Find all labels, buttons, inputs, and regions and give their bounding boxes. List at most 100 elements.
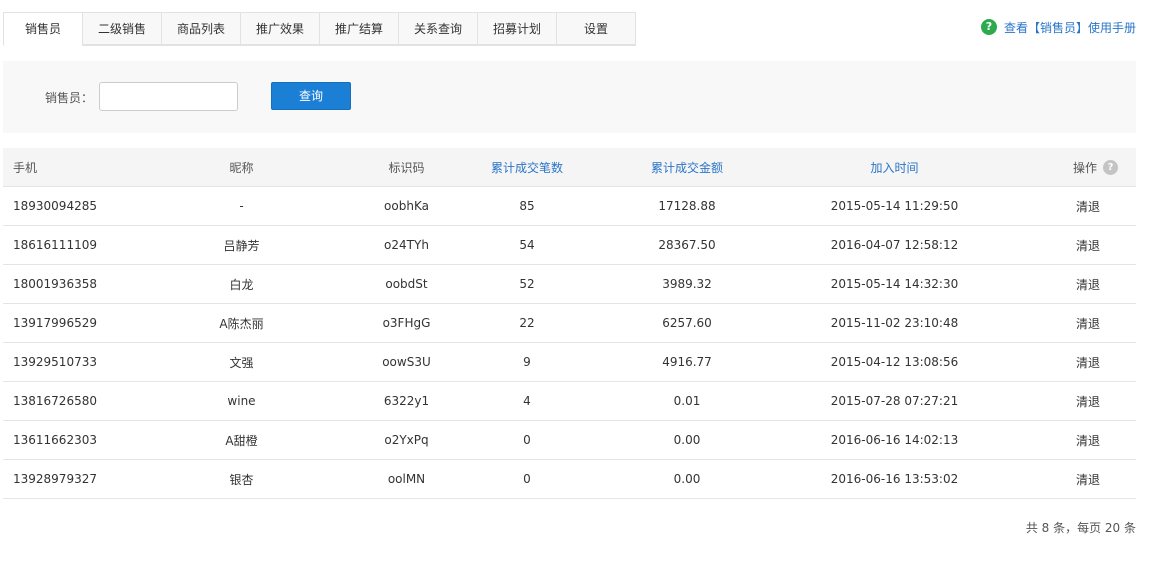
- col-joined[interactable]: 加入时间: [803, 148, 986, 187]
- table-row: 13611662303 A甜橙 o2YxPq 0 0.00 2016-06-16 14:0…: [3, 420, 1136, 460]
- cell-joined: 2015-11-02 23:10:48: [803, 303, 986, 343]
- table-row: 13928979327 银杏 oolMN 0 0.00 2016-06-16 13:53:…: [3, 459, 1136, 499]
- table-row: 13816726580 wine 6322y1 4 0.01 2015-07-28 07:…: [3, 381, 1136, 421]
- cell-code: o2YxPq: [330, 420, 483, 460]
- cell-code: o24TYh: [330, 225, 483, 265]
- filter-panel: 销售员： 查询: [3, 61, 1136, 133]
- cell-orders: 4: [483, 381, 571, 421]
- help-link[interactable]: ? 查看【销售员】使用手册: [980, 18, 1136, 36]
- cell-phone: 13816726580: [3, 381, 153, 421]
- table-body: 18930094285- oobhKa 85 17128.88 2015-05-14 1…: [3, 186, 1136, 499]
- cell-amount: 0.00: [571, 459, 803, 499]
- cell-joined: 2016-06-16 14:02:13: [803, 420, 986, 460]
- dismiss-link[interactable]: 清退: [1076, 395, 1100, 409]
- cell-nickname: 白龙: [153, 264, 330, 304]
- cell-nickname: A陈杰丽: [153, 303, 330, 343]
- cell-nickname: 文强: [153, 342, 330, 382]
- cell-amount: 4916.77: [571, 342, 803, 382]
- cell-code: 6322y1: [330, 381, 483, 421]
- col-code: 标识码: [330, 148, 483, 187]
- cell-joined: 2015-07-28 07:27:21: [803, 381, 986, 421]
- cell-code: oobhKa: [330, 186, 483, 226]
- cell-amount: 28367.50: [571, 225, 803, 265]
- cell-orders: 0: [483, 459, 571, 499]
- cell-nickname: 银杏: [153, 459, 330, 499]
- salesperson-input[interactable]: [99, 82, 238, 111]
- table-row: 18001936358 白龙 oobdSt 52 3989.32 2015-05-14 1…: [3, 264, 1136, 304]
- table-row: 13917996529 A陈杰丽 o3FHgG 22 6257.60 2015-11-02…: [3, 303, 1136, 343]
- cell-op: 清退: [986, 420, 1136, 460]
- salesperson-label: 销售员：: [45, 91, 94, 105]
- cell-nickname: 吕静芳: [153, 225, 330, 265]
- cell-phone: 13929510733: [3, 342, 153, 382]
- tab-salesperson[interactable]: 销售员: [3, 12, 83, 46]
- cell-amount: 0.00: [571, 420, 803, 460]
- cell-phone: 13611662303: [3, 420, 153, 460]
- tab-divider: [83, 45, 636, 46]
- cell-amount: 3989.32: [571, 264, 803, 304]
- cell-joined: 2016-06-16 13:53:02: [803, 459, 986, 499]
- cell-orders: 85: [483, 186, 571, 226]
- cell-op: 清退: [986, 186, 1136, 226]
- pagination-summary: 共 8 条，每页 20 条: [1025, 521, 1136, 535]
- salesperson-table: 手机 昵称 标识码 累计成交笔数 累计成交金额 加入时间 操作 ? 189300…: [3, 148, 1136, 499]
- col-op: 操作 ?: [986, 148, 1136, 187]
- dismiss-link[interactable]: 清退: [1076, 356, 1100, 370]
- page: 销售员 二级销售 商品列表 推广效果 推广结算 关系查询 招募计划 设置 ? 查…: [0, 0, 1154, 565]
- help-link-text: 查看【销售员】使用手册: [1003, 20, 1136, 35]
- tab-secondary-sales[interactable]: 二级销售: [83, 12, 162, 45]
- cell-phone: 18616111109: [3, 225, 153, 265]
- query-button[interactable]: 查询: [271, 82, 351, 110]
- dismiss-link[interactable]: 清退: [1076, 317, 1100, 331]
- cell-orders: 52: [483, 264, 571, 304]
- table-header-row: 手机 昵称 标识码 累计成交笔数 累计成交金额 加入时间 操作 ?: [3, 148, 1136, 187]
- cell-joined: 2015-04-12 13:08:56: [803, 342, 986, 382]
- dismiss-link[interactable]: 清退: [1076, 200, 1100, 214]
- cell-op: 清退: [986, 303, 1136, 343]
- tab-bar: 销售员 二级销售 商品列表 推广效果 推广结算 关系查询 招募计划 设置: [3, 12, 636, 46]
- col-nickname: 昵称: [153, 148, 330, 187]
- cell-op: 清退: [986, 225, 1136, 265]
- cell-phone: 18930094285: [3, 186, 153, 226]
- dismiss-link[interactable]: 清退: [1076, 239, 1100, 253]
- cell-op: 清退: [986, 342, 1136, 382]
- tab-product-list[interactable]: 商品列表: [162, 12, 241, 45]
- tab-promotion-effect[interactable]: 推广效果: [241, 12, 320, 45]
- cell-phone: 13917996529: [3, 303, 153, 343]
- cell-joined: 2015-05-14 14:32:30: [803, 264, 986, 304]
- cell-code: o3FHgG: [330, 303, 483, 343]
- dismiss-link[interactable]: 清退: [1076, 278, 1100, 292]
- col-op-label: 操作: [1072, 160, 1097, 175]
- cell-orders: 54: [483, 225, 571, 265]
- cell-joined: 2015-05-14 11:29:50: [803, 186, 986, 226]
- cell-nickname: -: [153, 186, 330, 226]
- cell-amount: 0.01: [571, 381, 803, 421]
- cell-amount: 17128.88: [571, 186, 803, 226]
- cell-op: 清退: [986, 381, 1136, 421]
- cell-orders: 9: [483, 342, 571, 382]
- cell-code: oolMN: [330, 459, 483, 499]
- cell-orders: 0: [483, 420, 571, 460]
- cell-joined: 2016-04-07 12:58:12: [803, 225, 986, 265]
- col-phone: 手机: [3, 148, 153, 187]
- cell-orders: 22: [483, 303, 571, 343]
- question-icon: ?: [980, 19, 997, 35]
- cell-phone: 18001936358: [3, 264, 153, 304]
- tab-settings[interactable]: 设置: [557, 12, 636, 45]
- col-orders[interactable]: 累计成交笔数: [483, 148, 571, 187]
- question-icon[interactable]: ?: [1103, 159, 1118, 175]
- cell-op: 清退: [986, 264, 1136, 304]
- cell-nickname: wine: [153, 381, 330, 421]
- cell-nickname: A甜橙: [153, 420, 330, 460]
- col-amount[interactable]: 累计成交金额: [571, 148, 803, 187]
- cell-code: oobdSt: [330, 264, 483, 304]
- cell-op: 清退: [986, 459, 1136, 499]
- tab-promotion-settlement[interactable]: 推广结算: [320, 12, 399, 45]
- tab-relation-query[interactable]: 关系查询: [399, 12, 478, 45]
- dismiss-link[interactable]: 清退: [1076, 473, 1100, 487]
- cell-code: oowS3U: [330, 342, 483, 382]
- tab-recruit-plan[interactable]: 招募计划: [478, 12, 557, 45]
- cell-phone: 13928979327: [3, 459, 153, 499]
- dismiss-link[interactable]: 清退: [1076, 434, 1100, 448]
- cell-amount: 6257.60: [571, 303, 803, 343]
